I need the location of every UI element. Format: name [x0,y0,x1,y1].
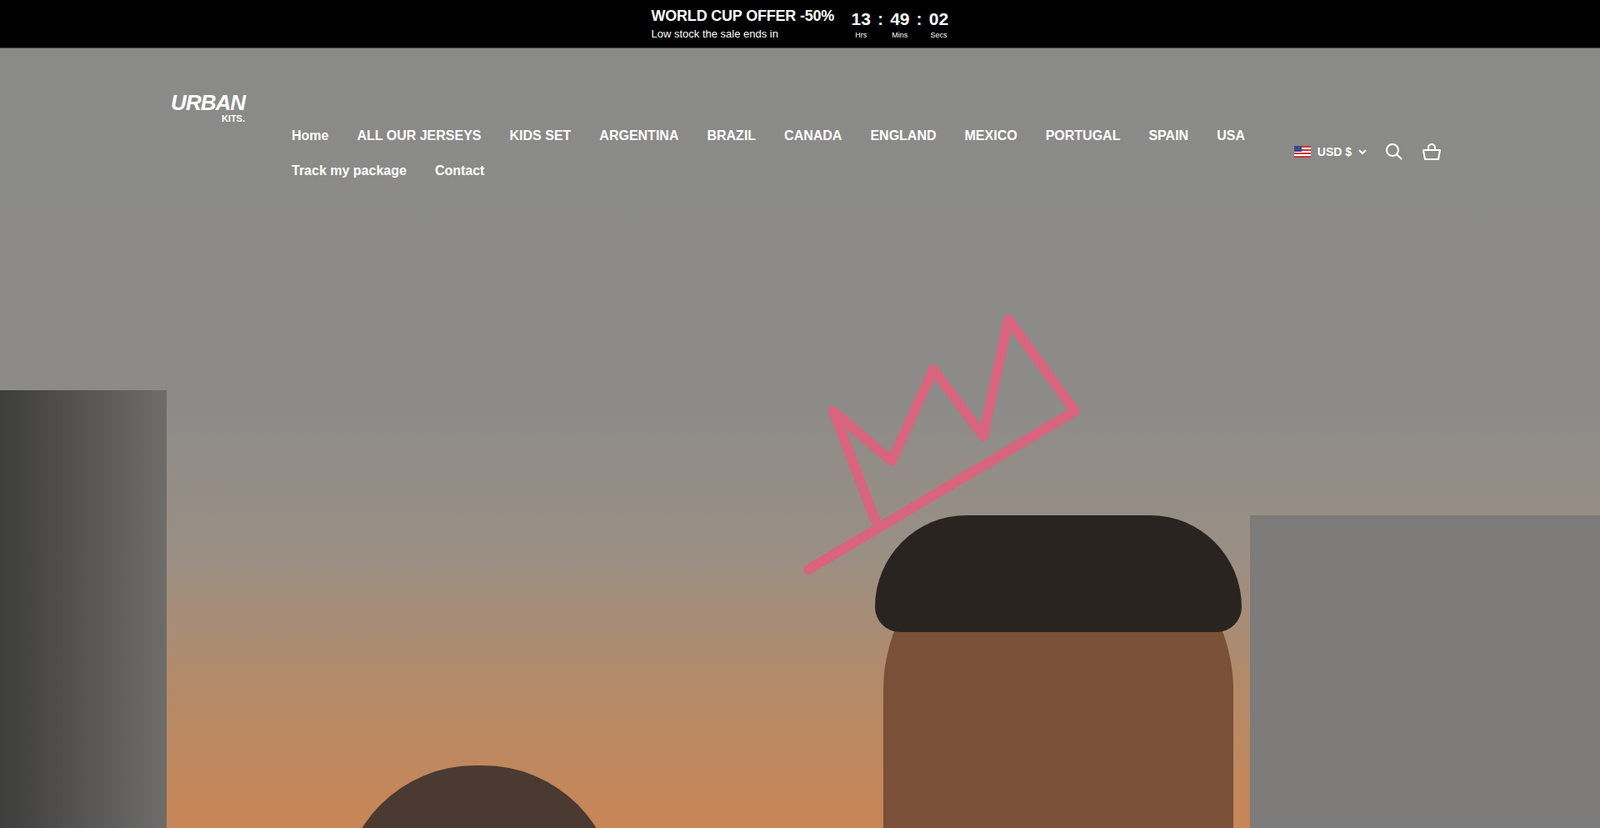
nav-item[interactable]: ARGENTINA [599,127,679,145]
timer-value: 13 [850,9,870,30]
nav-item[interactable]: USA [1216,127,1245,145]
cart-icon[interactable] [1421,142,1442,161]
us-flag-icon [1294,145,1311,158]
site-header: URBAN KITS. Home ALL OUR JERSEYS KIDS SET A… [0,48,1600,180]
timer-cell: 13Hrs [850,9,871,40]
timer-unit: Mins [891,30,908,40]
nav-item[interactable]: ENGLAND [870,127,936,145]
timer-cell: 02Secs [929,9,950,40]
crown-drawing [800,310,1084,578]
timer-unit: Hrs [855,30,867,40]
chevron-down-icon [1358,148,1367,155]
logo-main[interactable]: URBAN [170,91,245,114]
timer-separator: : [877,9,884,30]
currency-selector[interactable]: USD $ [1294,145,1367,159]
main-nav: Home ALL OUR JERSEYS KIDS SET ARGENTINA BRAZ… [291,127,1292,180]
logo[interactable]: URBAN KITS. [176,91,245,124]
nav-item[interactable]: SPAIN [1148,127,1189,145]
timer-separator: : [916,9,923,30]
countdown-timer: 13Hrs:49Mins:02Secs [850,9,949,40]
nav-item[interactable]: ALL OUR JERSEYS [356,127,481,145]
nav-item[interactable]: KIDS SET [510,127,572,145]
offer-title: WORLD CUP OFFER -50% [650,7,835,25]
logo-sub[interactable]: KITS. [221,113,245,124]
hero-photo: URBAN KITS. Home ALL OUR JERSEYS KIDS SET A… [0,48,1600,828]
currency-label[interactable]: USD $ [1317,145,1352,159]
timer-value: 02 [929,9,949,30]
offer-subtitle: Low stock the sale ends in [650,27,835,40]
nav-item[interactable]: Track my package [291,162,407,180]
nav-item[interactable]: CANADA [784,127,842,145]
announcement-bar: WORLD CUP OFFER -50% Low stock the sale … [0,0,1600,49]
timer-value: 49 [890,9,910,30]
timer-unit: Secs [930,30,948,40]
nav-item[interactable]: Home [291,127,329,145]
timer-cell: 49Mins [890,9,910,40]
nav-item[interactable]: MEXICO [965,127,1018,145]
nav-item[interactable]: Contact [435,162,485,180]
search-icon[interactable] [1385,142,1404,161]
nav-item[interactable]: PORTUGAL [1045,127,1121,145]
nav-item[interactable]: BRAZIL [706,127,756,145]
